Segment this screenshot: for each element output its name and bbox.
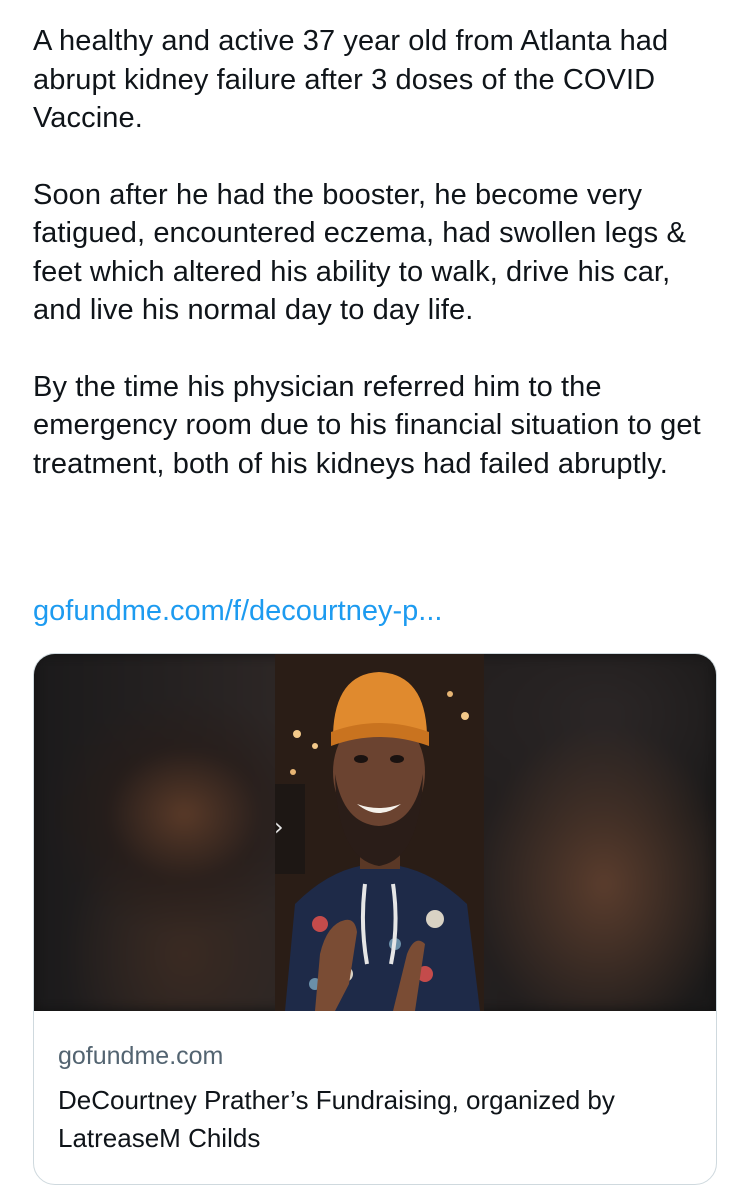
link-preview-card[interactable]: › gofundme.com DeCourtney Prather’s Fund… (33, 653, 717, 1185)
chevron-right-icon[interactable]: › (274, 814, 292, 840)
person-illustration (275, 654, 484, 1011)
card-body: gofundme.com DeCourtney Prather’s Fundra… (34, 1011, 716, 1157)
tweet-paragraph-2: Soon after he had the booster, he become… (33, 178, 686, 327)
card-image[interactable]: › (34, 654, 716, 1011)
tweet-paragraph-1: A healthy and active 37 year old from At… (33, 25, 669, 134)
tweet-text: A healthy and active 37 year old from At… (33, 22, 723, 521)
person-photo (275, 654, 484, 1011)
card-domain: gofundme.com (58, 1042, 224, 1070)
tweet-paragraph-3: By the time his physician referred him t… (33, 370, 701, 480)
card-title: DeCourtney Prather’s Fundraising, organi… (58, 1085, 615, 1153)
gofundme-link[interactable]: gofundme.com/f/decourtney-p... (33, 592, 442, 630)
